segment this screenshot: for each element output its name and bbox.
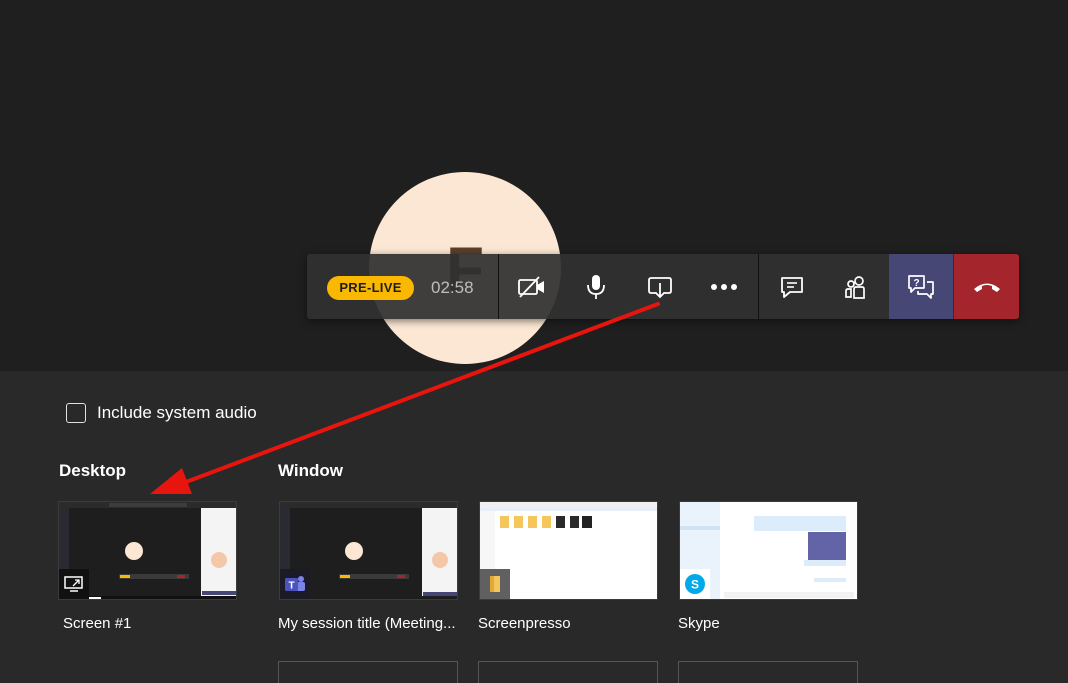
chat-button[interactable] (760, 254, 824, 319)
call-timer: 02:58 (431, 278, 474, 297)
teams-letter: T (288, 581, 294, 592)
q-and-a-button[interactable]: ? (889, 254, 953, 319)
window-section-title: Window (278, 461, 343, 480)
pre-live-badge: PRE-LIVE (327, 276, 414, 300)
window-thumbnail-placeholder[interactable] (678, 661, 858, 683)
microphone-icon (587, 274, 605, 299)
toolbar-divider (758, 254, 759, 319)
window-thumbnail-placeholder[interactable] (478, 661, 658, 683)
participants-icon (845, 275, 865, 299)
window-thumbnail-placeholder[interactable] (278, 661, 458, 683)
window-label-meeting[interactable]: My session title (Meeting... (278, 615, 456, 632)
desktop-section-title: Desktop (59, 461, 127, 480)
window-thumbnail-skype[interactable]: S (679, 501, 858, 600)
camera-toggle-button[interactable] (500, 254, 564, 319)
meeting-stage: F PRE-LIVE 02:58 (0, 0, 1068, 371)
screen-1-thumbnail[interactable] (58, 501, 237, 600)
window-label-skype[interactable]: Skype (678, 615, 720, 632)
skype-icon: S (680, 569, 710, 599)
window-thumbnail-meeting[interactable]: T (279, 501, 458, 600)
svg-text:?: ? (913, 278, 919, 289)
hang-up-icon (973, 283, 1000, 292)
participants-button[interactable] (824, 254, 888, 319)
include-audio-checkbox[interactable] (66, 403, 86, 423)
folder-icon (480, 569, 510, 599)
toolbar-divider (498, 254, 499, 319)
share-content-panel: Include system audio Desktop Window Scre… (0, 371, 1068, 683)
window-thumbnail-screenpresso[interactable] (479, 501, 658, 600)
skype-letter: S (691, 578, 699, 592)
more-options-icon (711, 283, 737, 290)
chat-icon (781, 276, 803, 298)
hang-up-button[interactable] (954, 254, 1019, 319)
share-tray-button[interactable] (628, 254, 692, 319)
camera-off-icon (518, 275, 544, 298)
more-options-button[interactable] (692, 254, 756, 319)
include-audio-label: Include system audio (97, 403, 257, 422)
call-toolbar: PRE-LIVE 02:58 ? (307, 254, 1019, 319)
window-label-screenpresso[interactable]: Screenpresso (478, 615, 571, 632)
include-audio-row[interactable]: Include system audio (66, 403, 257, 423)
microphone-button[interactable] (564, 254, 628, 319)
share-tray-icon (648, 276, 672, 298)
screen-1-label[interactable]: Screen #1 (63, 615, 131, 632)
monitor-share-icon (59, 569, 89, 599)
teams-icon: T (280, 569, 310, 599)
q-and-a-icon: ? (908, 274, 934, 299)
